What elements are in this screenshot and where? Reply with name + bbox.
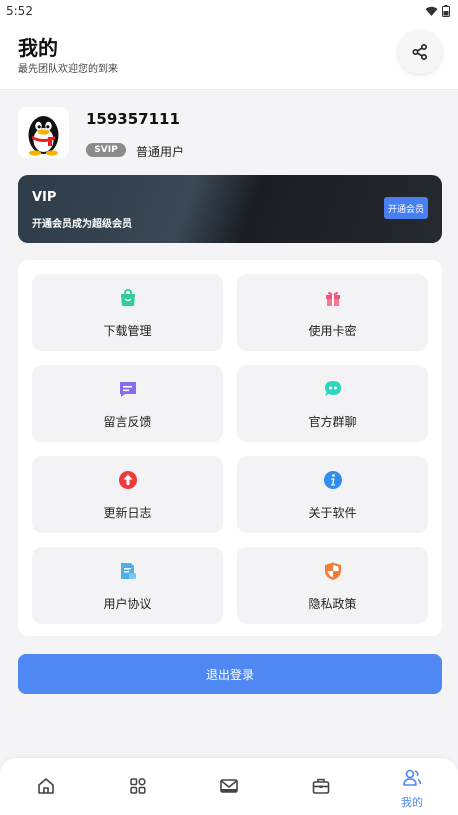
menu-item-label: 下载管理: [103, 324, 152, 338]
toolbox-icon: [312, 778, 330, 794]
user-level: 普通用户: [136, 145, 185, 159]
menu-item-about[interactable]: 关于软件: [237, 456, 428, 533]
vip-card[interactable]: VIP 开通会员成为超级会员 开通会员: [18, 175, 442, 243]
status-icons: [425, 5, 450, 17]
nav-item-label: 我的: [401, 796, 423, 809]
shield-icon: [325, 562, 341, 580]
home-icon: [38, 778, 54, 794]
share-button[interactable]: [398, 30, 442, 74]
menu-item-use-card-key[interactable]: 使用卡密: [237, 274, 428, 351]
nav-item-profile[interactable]: 我的: [366, 758, 458, 815]
page-title: 我的: [18, 36, 58, 60]
menu-item-label: 关于软件: [308, 506, 357, 520]
menu-panel: 下载管理 使用卡密 留言反馈 官方群聊 更新日志 关于软件 用户协议 隐私政策: [18, 260, 442, 636]
menu-item-label: 官方群聊: [308, 415, 357, 429]
avatar[interactable]: [18, 107, 69, 158]
page-header: 我的 最先团队欢迎您的到来: [0, 22, 458, 90]
vip-subtitle: 开通会员成为超级会员: [32, 219, 132, 230]
penguin-avatar-icon: [28, 116, 59, 156]
menu-item-official-group[interactable]: 官方群聊: [237, 365, 428, 442]
profile-icon: [403, 769, 422, 786]
svip-badge: SVIP: [86, 143, 126, 157]
menu-item-label: 隐私政策: [308, 597, 357, 611]
gift-icon: [326, 291, 340, 306]
status-time: 5:52: [6, 4, 33, 18]
chat-group-icon: [325, 381, 341, 396]
menu-item-privacy-policy[interactable]: 隐私政策: [237, 547, 428, 624]
document-icon: [121, 563, 136, 579]
status-bar: 5:52: [0, 0, 458, 22]
nav-item-categories[interactable]: [92, 758, 184, 815]
info-icon: [324, 471, 342, 489]
menu-item-label: 留言反馈: [103, 415, 152, 429]
share-icon: [412, 43, 428, 61]
upload-arrow-icon: [119, 471, 137, 489]
menu-item-user-agreement[interactable]: 用户协议: [32, 547, 223, 624]
vip-title: VIP: [32, 190, 57, 205]
profile-section: 159357111 SVIP 普通用户: [18, 107, 438, 159]
open-vip-button[interactable]: 开通会员: [384, 197, 428, 219]
nav-item-home[interactable]: [0, 758, 92, 815]
page-subtitle: 最先团队欢迎您的到来: [18, 64, 118, 75]
nav-item-messages[interactable]: [183, 758, 275, 815]
menu-item-label: 使用卡密: [308, 324, 357, 338]
battery-icon: [442, 5, 450, 17]
menu-item-changelog[interactable]: 更新日志: [32, 456, 223, 533]
username: 159357111: [86, 110, 180, 128]
menu-item-label: 更新日志: [103, 506, 152, 520]
mail-icon: [220, 779, 238, 793]
logout-button[interactable]: 退出登录: [18, 654, 442, 694]
grid-icon: [130, 778, 146, 794]
menu-item-download-manager[interactable]: 下载管理: [32, 274, 223, 351]
nav-item-tools[interactable]: [275, 758, 367, 815]
shopping-bag-icon: [121, 289, 135, 306]
menu-item-label: 用户协议: [103, 597, 152, 611]
wifi-icon: [425, 6, 438, 16]
menu-item-feedback[interactable]: 留言反馈: [32, 365, 223, 442]
bottom-nav: 我的: [0, 758, 458, 815]
message-icon: [120, 382, 136, 397]
